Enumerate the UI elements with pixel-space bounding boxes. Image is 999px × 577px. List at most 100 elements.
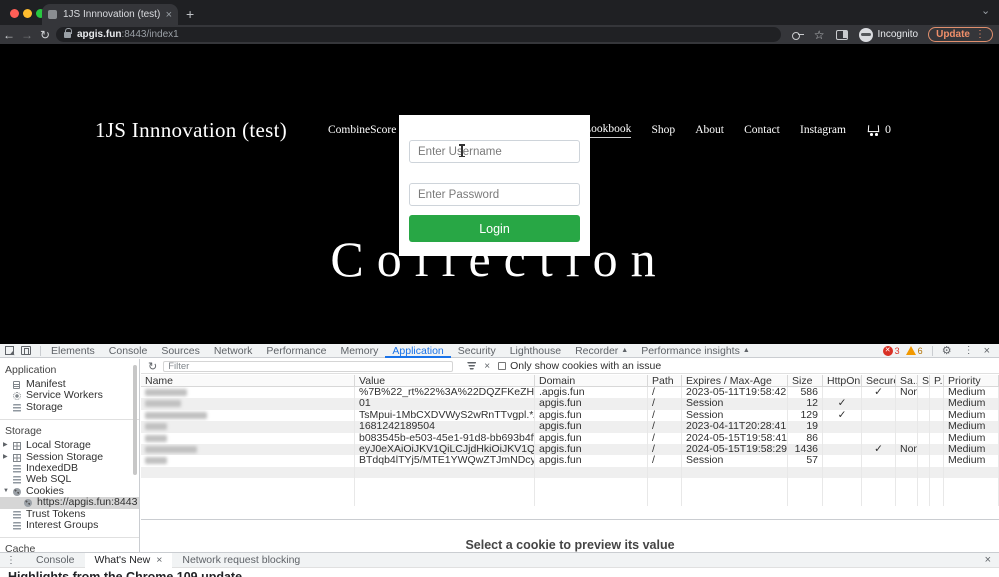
cookie-cell: 2023-04-11T20:28:41.000Z [682, 421, 788, 432]
column-header-sa[interactable]: Sa... [896, 375, 918, 386]
cookie-row[interactable]: %7B%22_rt%22%3A%22DQZFKeZHwD3E8Cmqwmu...… [141, 387, 999, 398]
password-key-icon[interactable] [792, 29, 804, 41]
update-button[interactable]: Update⋮ [928, 27, 993, 42]
cookies-table: NameValueDomainPathExpires / Max-AgeSize… [141, 375, 999, 506]
new-tab-button[interactable]: + [186, 5, 194, 23]
nav-link-contact[interactable]: Contact [744, 124, 780, 138]
doc-icon [13, 381, 20, 389]
device-toolbar-icon[interactable] [21, 346, 31, 355]
column-header-s[interactable]: S.. [918, 375, 930, 386]
drawer-tab-what-s-new[interactable]: What's New× [85, 553, 173, 568]
cookie-row[interactable]: b083545b-e503-45e1-91d8-bb693b4ff601|168… [141, 433, 999, 444]
sidebar-item-service-workers[interactable]: Service Workers [0, 390, 139, 401]
nav-link-combinescore[interactable]: CombineScore [328, 124, 396, 138]
lock-icon[interactable] [64, 32, 71, 38]
cookie-row[interactable]: 01apgis.fun/Session12✓Medium [141, 398, 999, 409]
sidebar-item-local-storage[interactable]: ▶Local Storage [0, 440, 139, 451]
sidebar-item-storage[interactable]: Storage [0, 402, 139, 413]
chevron-down-icon[interactable]: ▼ [3, 486, 9, 497]
column-header-priority[interactable]: Priority [944, 375, 999, 386]
password-input[interactable] [409, 183, 580, 206]
db-icon [13, 476, 21, 484]
cookie-row[interactable]: 1681242189504apgis.fun/2023-04-11T20:28:… [141, 421, 999, 432]
tab-search-chevron-icon[interactable]: ⌄ [981, 4, 990, 17]
column-header-value[interactable]: Value [355, 375, 535, 386]
column-header-name[interactable]: Name [141, 375, 355, 386]
column-header-p[interactable]: P.. [930, 375, 944, 386]
browser-tab[interactable]: 1JS Innnovation (test) × [42, 4, 178, 25]
cookie-filter-input[interactable] [163, 361, 453, 372]
db-icon [13, 465, 21, 473]
column-header-httponly[interactable]: HttpOnly [823, 375, 862, 386]
devtools-menu-icon[interactable]: ⋮ [964, 345, 974, 356]
devtools-tab-lighthouse[interactable]: Lighthouse [503, 344, 568, 358]
cookie-cell [918, 444, 930, 455]
tab-title: 1JS Innnovation (test) [63, 9, 162, 20]
devtools-close-icon[interactable]: × [984, 345, 990, 357]
login-button[interactable]: Login [409, 215, 580, 242]
devtools-tab-performance-insights[interactable]: Performance insights [634, 344, 747, 358]
address-bar[interactable]: apgis.fun:8443/index1 [56, 27, 781, 42]
sidebar-item-https-apgis-fun-8443[interactable]: https://apgis.fun:8443 [0, 497, 139, 508]
back-icon[interactable]: ← [0, 28, 18, 42]
devtools-tab-network[interactable]: Network [207, 344, 260, 358]
column-header-size[interactable]: Size [788, 375, 823, 386]
column-header-expires-max-age[interactable]: Expires / Max-Age [682, 375, 788, 386]
empty-cell [944, 478, 999, 506]
window-minimize-button[interactable] [23, 9, 32, 18]
cookie-cell: / [648, 444, 682, 455]
filter-funnel-icon[interactable] [467, 362, 476, 370]
column-header-secure[interactable]: Secure [862, 375, 896, 386]
forward-icon[interactable]: → [18, 28, 36, 42]
devtools-tab-recorder[interactable]: Recorder [568, 344, 625, 358]
cookie-row[interactable]: eyJ0eXAiOiJKV1QiLCJjdHkiOiJKV1QiLCJhbGci… [141, 444, 999, 455]
error-badge-icon[interactable]: ✕ [883, 346, 893, 356]
devtools-tab-performance[interactable]: Performance [259, 344, 333, 358]
warning-badge-icon[interactable] [906, 346, 916, 355]
drawer-menu-icon[interactable]: ⋮ [6, 555, 16, 566]
side-panel-icon[interactable] [836, 30, 848, 40]
refresh-icon[interactable]: ↻ [148, 360, 157, 373]
devtools-tab-application[interactable]: Application [385, 344, 450, 358]
drawer-tab-console[interactable]: Console [26, 553, 85, 568]
devtools-tab-elements[interactable]: Elements [44, 344, 102, 358]
devtools-tab-sources[interactable]: Sources [154, 344, 207, 358]
username-input[interactable] [409, 140, 580, 163]
nav-link-lookbook[interactable]: Lookbook [584, 123, 631, 138]
tab-close-icon[interactable]: × [166, 9, 172, 21]
cookie-cell: .apgis.fun [535, 387, 648, 398]
inspect-element-icon[interactable] [5, 346, 14, 355]
cookie-row[interactable]: TsMpui-1MbCXDVWyS2wRnTTvgpl.*AAJTSQACMDE… [141, 410, 999, 421]
devtools-tab-memory[interactable]: Memory [333, 344, 385, 358]
cookie-cell: Session [682, 410, 788, 421]
sidebar-item-interest-groups[interactable]: Interest Groups [0, 520, 139, 531]
chevron-right-icon[interactable]: ▶ [3, 452, 8, 463]
settings-gear-icon[interactable]: ⚙ [942, 344, 952, 357]
nav-link-instagram[interactable]: Instagram [800, 124, 846, 138]
only-issue-checkbox[interactable] [498, 362, 506, 370]
drawer-tab-network-request-blocking[interactable]: Network request blocking [172, 553, 310, 568]
cookie-cell: 12 [788, 398, 823, 409]
reload-icon[interactable]: ↻ [36, 28, 54, 42]
column-header-path[interactable]: Path [648, 375, 682, 386]
column-header-domain[interactable]: Domain [535, 375, 648, 386]
drawer-tab-close-icon[interactable]: × [156, 554, 162, 566]
incognito-avatar-icon [859, 28, 873, 42]
sidebar-item-web-sql[interactable]: Web SQL [0, 474, 139, 485]
drawer-close-icon[interactable]: × [985, 554, 999, 566]
nav-link-about[interactable]: About [695, 124, 724, 138]
cookie-cell: ✓ [862, 444, 896, 455]
nav-link-shop[interactable]: Shop [651, 124, 675, 138]
window-close-button[interactable] [10, 9, 19, 18]
cart-button[interactable]: 0 [868, 122, 891, 137]
drawer-tabs: ⋮ ConsoleWhat's New×Network request bloc… [0, 553, 999, 568]
sidebar-scrollbar[interactable] [133, 365, 137, 475]
chevron-right-icon[interactable]: ▶ [3, 440, 8, 451]
browser-menu-icon[interactable]: ⋮ [975, 29, 985, 40]
bookmark-star-icon[interactable]: ☆ [814, 28, 825, 42]
devtools-tab-security[interactable]: Security [451, 344, 503, 358]
clear-filter-icon[interactable]: × [484, 361, 490, 372]
webpage-content: 1JS Innnovation (test) CombineScorescore… [0, 44, 999, 344]
devtools-tab-console[interactable]: Console [102, 344, 155, 358]
cookie-row[interactable]: BTdqb4lTYj5/MTE1YWQwZTJmNDcyN2MxNjBkOTFm… [141, 455, 999, 466]
